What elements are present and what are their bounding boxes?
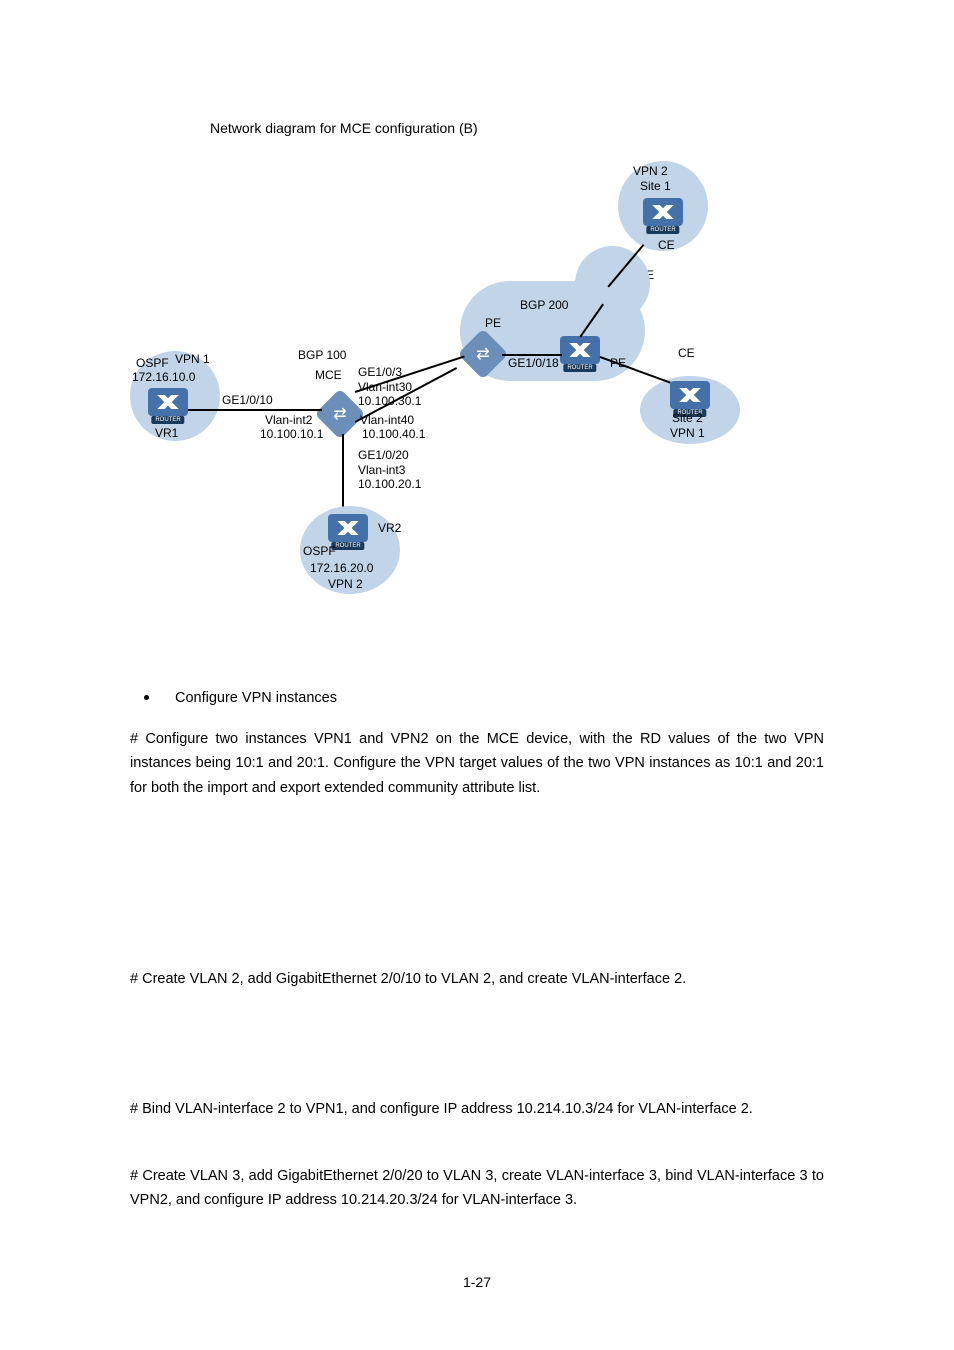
label-vlanint3: Vlan-int3 bbox=[358, 463, 405, 477]
bullet-text: Configure VPN instances bbox=[175, 686, 337, 711]
label-pe-center: PE bbox=[485, 316, 501, 330]
page-number: 1-27 bbox=[463, 1274, 491, 1290]
network-diagram: VPN 2 Site 1 ROUTER CE ROUTER PE BGP 200… bbox=[130, 156, 830, 626]
paragraph-4: # Create VLAN 3, add GigabitEthernet 2/0… bbox=[130, 1164, 824, 1213]
label-bgp200: BGP 200 bbox=[520, 298, 568, 312]
label-vpn2-subnet: 172.16.20.0 bbox=[310, 561, 373, 575]
label-ge1010: GE1/0/10 bbox=[222, 393, 273, 407]
body-text: Configure VPN instances # Configure two … bbox=[130, 686, 824, 1213]
label-mce: MCE bbox=[315, 368, 342, 382]
paragraph-2: # Create VLAN 2, add GigabitEthernet 2/0… bbox=[130, 967, 824, 992]
paragraph-1: # Configure two instances VPN1 and VPN2 … bbox=[130, 727, 824, 801]
label-site2: Site 2 bbox=[672, 411, 703, 425]
label-vpn1-subnet: 172.16.10.0 bbox=[132, 370, 195, 384]
label-vpn1-left: VPN 1 bbox=[175, 352, 210, 366]
router-icon-vr1: ROUTER bbox=[148, 388, 188, 416]
line-mce-vr2 bbox=[342, 434, 344, 512]
label-ip101: 10.100.10.1 bbox=[260, 427, 323, 441]
line-pe-pe bbox=[502, 354, 562, 356]
bullet-dot-icon bbox=[144, 695, 149, 700]
label-ip40: 10.100.40.1 bbox=[362, 427, 425, 441]
bullet-configure-vpn: Configure VPN instances bbox=[130, 686, 824, 711]
label-site1: Site 1 bbox=[640, 179, 671, 193]
label-ge1018: GE1/0/18 bbox=[508, 356, 559, 370]
cloud-bgp200-ext bbox=[575, 246, 650, 321]
label-ospf-left: OSPF bbox=[136, 356, 169, 370]
paragraph-3: # Bind VLAN-interface 2 to VPN1, and con… bbox=[130, 1097, 824, 1122]
figure-caption: Network diagram for MCE configuration (B… bbox=[210, 120, 824, 136]
label-vlanint2: Vlan-int2 bbox=[265, 413, 312, 427]
label-vpn2-bot: VPN 2 bbox=[328, 577, 363, 591]
label-vr1: VR1 bbox=[155, 426, 178, 440]
label-ce-right: CE bbox=[678, 346, 695, 360]
label-ge1020: GE1/0/20 bbox=[358, 448, 409, 462]
router-icon-ce-right: ROUTER bbox=[670, 381, 710, 409]
router-icon-vpn2-site1: ROUTER bbox=[643, 198, 683, 226]
label-vpn2-top: VPN 2 bbox=[633, 164, 668, 178]
router-icon-vr2: ROUTER bbox=[328, 514, 368, 542]
router-icon-pe-cloud: ROUTER bbox=[560, 336, 600, 364]
label-ip201: 10.100.20.1 bbox=[358, 477, 421, 491]
label-bgp100: BGP 100 bbox=[298, 348, 346, 362]
label-vr2: VR2 bbox=[378, 521, 401, 535]
line-vr1-mce bbox=[188, 409, 322, 411]
label-ce-top: CE bbox=[658, 238, 675, 252]
label-vpn1-right: VPN 1 bbox=[670, 426, 705, 440]
label-ospf-bot: OSPF bbox=[303, 544, 336, 558]
